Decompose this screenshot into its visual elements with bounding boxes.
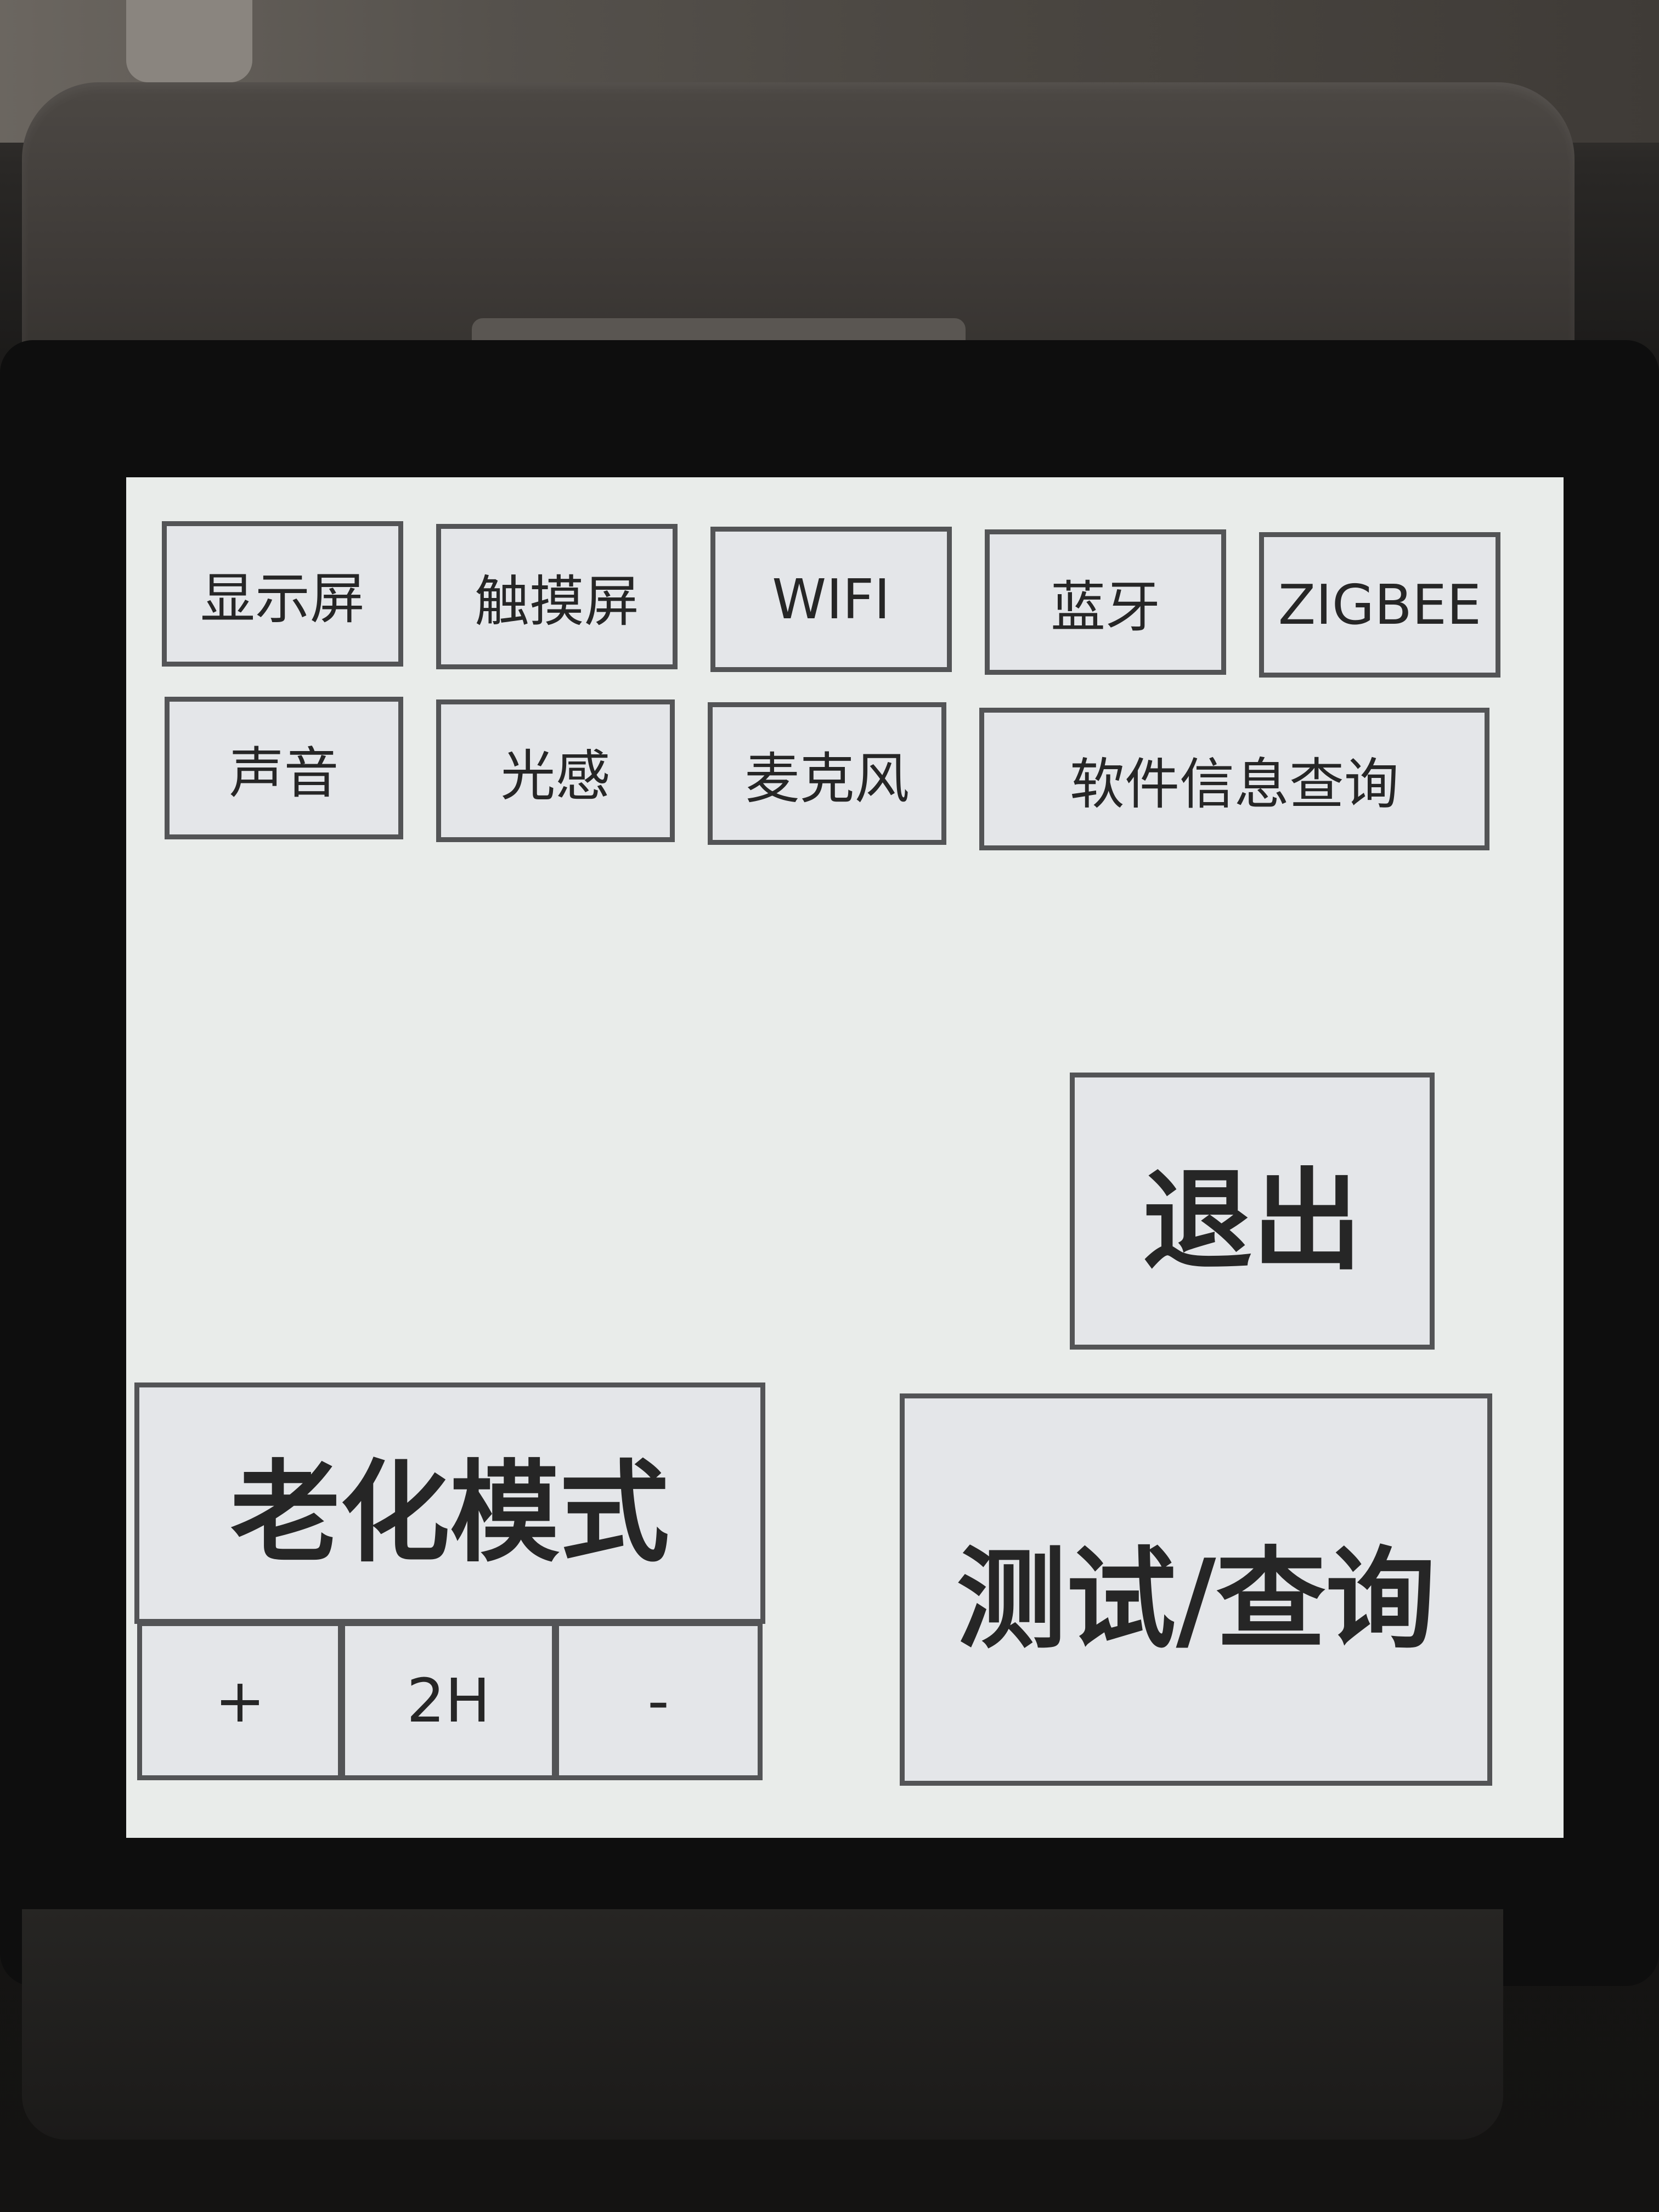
exit-button[interactable]: 退出 xyxy=(1070,1073,1435,1350)
wall-plug xyxy=(126,0,252,82)
device-base xyxy=(22,1909,1503,2140)
bluetooth-test-button[interactable]: 蓝牙 xyxy=(985,529,1226,675)
microphone-test-button[interactable]: 麦克风 xyxy=(708,702,946,845)
photo-scene: 显示屏 触摸屏 WIFI 蓝牙 ZIGBEE 声音 光感 麦克风 软件信息查询 … xyxy=(0,0,1659,2212)
sound-test-button[interactable]: 声音 xyxy=(165,697,403,839)
aging-mode-button[interactable]: 老化模式 xyxy=(134,1383,765,1624)
wifi-test-button[interactable]: WIFI xyxy=(710,527,952,672)
aging-increase-button[interactable]: + xyxy=(137,1621,343,1780)
aging-duration-value: 2H xyxy=(340,1621,557,1780)
touch-screen: 显示屏 触摸屏 WIFI 蓝牙 ZIGBEE 声音 光感 麦克风 软件信息查询 … xyxy=(126,477,1564,1838)
light-sensor-test-button[interactable]: 光感 xyxy=(436,699,675,842)
zigbee-test-button[interactable]: ZIGBEE xyxy=(1259,532,1500,678)
software-info-button[interactable]: 软件信息查询 xyxy=(979,708,1489,850)
test-query-button[interactable]: 测试/查询 xyxy=(900,1393,1492,1786)
aging-decrease-button[interactable]: - xyxy=(554,1621,763,1780)
display-test-button[interactable]: 显示屏 xyxy=(162,521,403,667)
touch-test-button[interactable]: 触摸屏 xyxy=(436,524,678,669)
